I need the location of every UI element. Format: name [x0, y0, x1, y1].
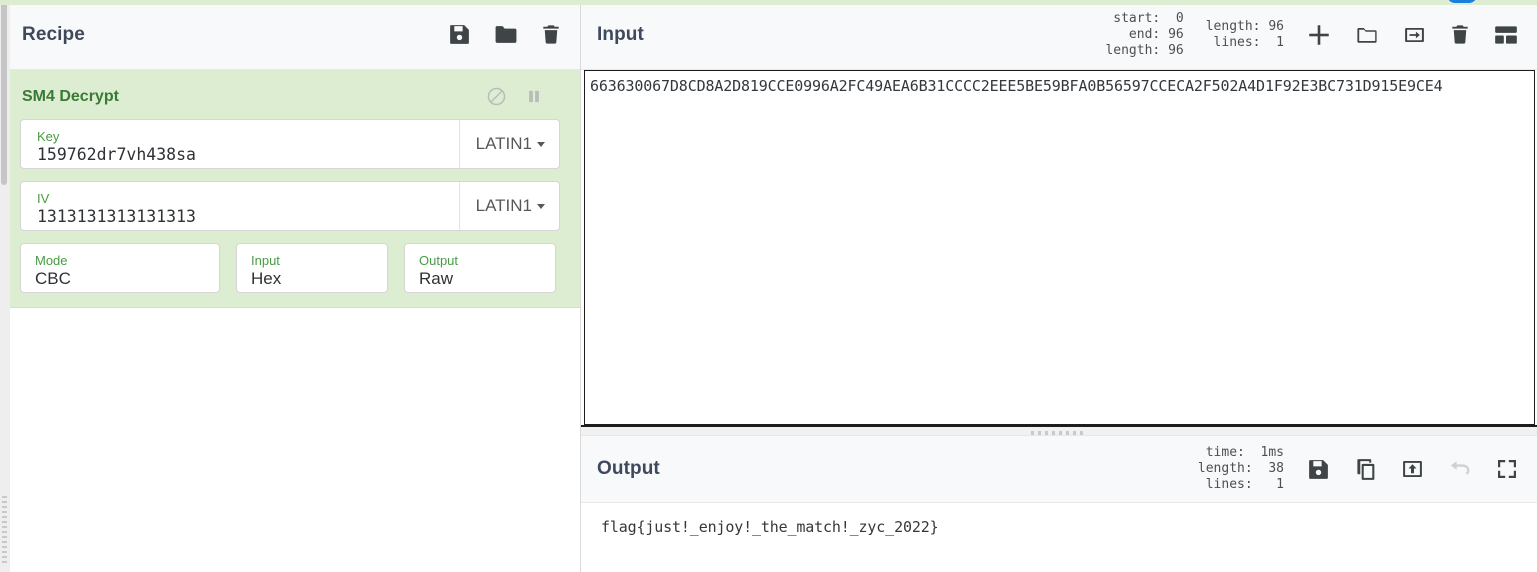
- input-length-value: 96: [1168, 42, 1184, 58]
- recipe-operation-list[interactable]: SM4 Decrypt Key 159762dr7vh438sa LATIN1 …: [0, 70, 580, 572]
- iv-encoding-label: LATIN1: [475, 196, 532, 215]
- io-splitter[interactable]: [581, 425, 1537, 435]
- output-length-label: length:: [1197, 461, 1253, 476]
- output-title: Output: [597, 458, 660, 479]
- operation-header: SM4 Decrypt: [0, 70, 580, 119]
- iv-encoding-dropdown[interactable]: LATIN1: [458, 182, 559, 230]
- input-selection-stats: start: 0 end: 96 length: 96: [1105, 11, 1183, 59]
- input-end-label: end:: [1128, 26, 1161, 42]
- trash-icon[interactable]: [1449, 22, 1471, 47]
- output-status: time: 1ms length: 38 lines: 1: [1198, 445, 1306, 493]
- save-icon[interactable]: [447, 22, 472, 47]
- input-end-line: end: 96: [1105, 26, 1184, 43]
- disable-icon[interactable]: [486, 86, 507, 107]
- top-strip: [0, 0, 1537, 5]
- bake-to-input-icon[interactable]: [1400, 457, 1425, 481]
- pause-icon[interactable]: [525, 87, 543, 106]
- iv-field[interactable]: IV 1313131313131313 LATIN1: [20, 181, 560, 231]
- input-total-length-value: 96: [1268, 18, 1284, 34]
- input-start-line: start: 0: [1105, 11, 1183, 27]
- recipe-toolbar: [447, 22, 562, 47]
- key-label: Key: [37, 129, 60, 144]
- input-end-value: 96: [1168, 26, 1184, 42]
- input-editor[interactable]: 663630067D8CD8A2D819CCE0996A2FC49AEA6B31…: [584, 70, 1535, 425]
- mode-value: CBC: [35, 269, 71, 288]
- iv-input[interactable]: 1313131313131313: [37, 207, 447, 227]
- output-format-label: Output: [419, 253, 459, 268]
- output-area[interactable]: flag{just!_enjoy!_the_match!_zyc_2022}: [581, 503, 1537, 572]
- input-total-length-line: length: 96: [1206, 19, 1284, 35]
- input-format-select[interactable]: Input Hex: [236, 243, 388, 293]
- iv-label: IV: [37, 191, 50, 206]
- input-length-line: length: 96: [1105, 43, 1183, 59]
- output-format-select[interactable]: Output Raw: [404, 243, 556, 293]
- mode-select[interactable]: Mode CBC: [20, 243, 220, 293]
- arg-row-iv: IV 1313131313131313 LATIN1: [0, 181, 580, 231]
- folder-open-icon[interactable]: [1354, 23, 1380, 47]
- operation-sm4-decrypt[interactable]: SM4 Decrypt Key 159762dr7vh438sa LATIN1 …: [0, 70, 580, 308]
- save-icon[interactable]: [1306, 457, 1331, 482]
- input-lines-line: lines: 1: [1206, 35, 1284, 51]
- input-status: start: 0 end: 96 length: 96 length: 96 l…: [1105, 11, 1306, 59]
- cyberchef-app: Recipe SM4 Decrypt Key 159762dr7vh438sa …: [0, 0, 1537, 572]
- operation-title: SM4 Decrypt: [22, 87, 119, 105]
- input-lines-value: 1: [1276, 34, 1284, 50]
- input-total-length-label: length:: [1205, 18, 1261, 34]
- recipe-title-bar: Recipe: [0, 0, 580, 70]
- import-icon[interactable]: [1402, 23, 1427, 47]
- input-total-stats: length: 96 lines: 1: [1206, 19, 1284, 51]
- recipe-panel: Recipe SM4 Decrypt Key 159762dr7vh438sa …: [0, 0, 580, 572]
- input-length-label: length:: [1105, 42, 1161, 58]
- add-tab-icon[interactable]: [1306, 22, 1332, 48]
- key-input[interactable]: 159762dr7vh438sa: [37, 145, 447, 165]
- input-start-value: 0: [1175, 10, 1184, 26]
- output-toolbar: [1306, 457, 1519, 482]
- output-format-value: Raw: [419, 269, 454, 288]
- maximise-icon[interactable]: [1495, 457, 1519, 481]
- output-length-value: 38: [1268, 461, 1284, 476]
- key-field[interactable]: Key 159762dr7vh438sa LATIN1: [20, 119, 560, 169]
- input-area[interactable]: 663630067D8CD8A2D819CCE0996A2FC49AEA6B31…: [581, 70, 1537, 425]
- output-length-line: length: 38: [1198, 461, 1284, 477]
- output-lines-label: lines:: [1205, 477, 1253, 492]
- output-title-bar: Output time: 1ms length: 38 lines: 1: [581, 435, 1537, 503]
- input-title: Input: [597, 23, 644, 45]
- key-encoding-dropdown[interactable]: LATIN1: [458, 120, 559, 168]
- output-time-line: time: 1ms: [1198, 445, 1284, 461]
- io-panel: Input start: 0 end: 96 length: 96 length…: [580, 0, 1537, 572]
- folder-icon[interactable]: [493, 22, 519, 47]
- page-title: Recipe: [22, 23, 85, 45]
- input-format-label: Input: [251, 253, 280, 268]
- output-stats: time: 1ms length: 38 lines: 1: [1198, 445, 1284, 493]
- output-text[interactable]: flag{just!_enjoy!_the_match!_zyc_2022}: [601, 517, 1537, 537]
- output-time-label: time:: [1205, 445, 1245, 460]
- input-format-value: Hex: [251, 269, 282, 288]
- output-lines-line: lines: 1: [1198, 477, 1284, 493]
- arg-row-key: Key 159762dr7vh438sa LATIN1: [0, 119, 580, 169]
- mode-label: Mode: [35, 253, 68, 268]
- input-text[interactable]: 663630067D8CD8A2D819CCE0996A2FC49AEA6B31…: [590, 76, 1530, 96]
- iv-input-wrap[interactable]: IV 1313131313131313: [21, 182, 459, 230]
- undo-icon[interactable]: [1447, 457, 1473, 481]
- key-encoding-label: LATIN1: [475, 134, 532, 153]
- recipe-resize-grip[interactable]: [2, 496, 7, 566]
- output-time-value: 1ms: [1260, 445, 1284, 460]
- scrollbar-thumb[interactable]: [1, 0, 7, 185]
- arg-row-selects: Mode CBC Input Hex Output Raw: [0, 243, 580, 293]
- input-lines-label: lines:: [1213, 34, 1261, 50]
- chevron-down-icon: [537, 141, 545, 147]
- chevron-down-icon: [537, 203, 545, 209]
- trash-icon[interactable]: [540, 22, 562, 47]
- panel-layout-icon[interactable]: [1493, 24, 1519, 46]
- input-start-label: start:: [1113, 10, 1161, 26]
- recipe-scrollbar[interactable]: [0, 0, 10, 572]
- key-input-wrap[interactable]: Key 159762dr7vh438sa: [21, 120, 459, 168]
- output-lines-value: 1: [1276, 477, 1284, 492]
- copy-icon[interactable]: [1353, 457, 1378, 482]
- input-toolbar: [1306, 22, 1519, 48]
- input-title-bar: Input start: 0 end: 96 length: 96 length…: [581, 0, 1537, 70]
- operation-controls: [486, 86, 558, 107]
